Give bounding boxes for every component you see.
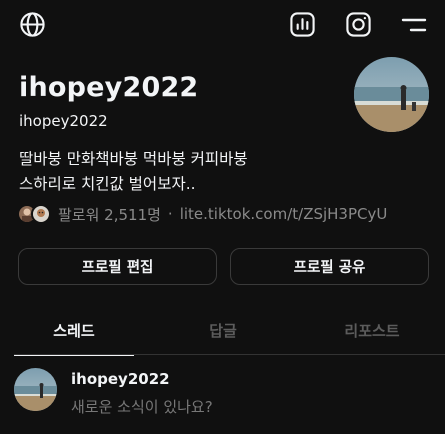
- instagram-icon[interactable]: [345, 11, 372, 38]
- followers-count[interactable]: 팔로워 2,511명: [58, 204, 161, 225]
- active-tab-indicator: [14, 354, 134, 356]
- followers-row: 팔로워 2,511명 · lite.tiktok.com/t/ZSjH3PCyU: [17, 202, 387, 226]
- new-thread-input[interactable]: 새로운 소식이 있나요?: [71, 396, 213, 417]
- menu-icon[interactable]: [401, 14, 427, 36]
- tab-reposts[interactable]: 리포스트: [312, 305, 432, 355]
- share-profile-button[interactable]: 프로필 공유: [230, 248, 429, 285]
- profile-tabs: 스레드 답글 리포스트: [14, 305, 445, 356]
- composer-avatar: [14, 368, 57, 411]
- top-bar: [0, 0, 445, 48]
- tab-label: 리포스트: [344, 321, 400, 340]
- tab-replies[interactable]: 답글: [163, 305, 283, 355]
- profile-handle: ihopey2022: [19, 112, 108, 130]
- tab-threads[interactable]: 스레드: [14, 305, 134, 356]
- profile-bio: 딸바붕 만화책바붕 먹바붕 커피바붕 스하리로 치킨값 벌어보자..: [19, 150, 248, 193]
- follower-avatars: [17, 204, 52, 224]
- profile-display-name: ihopey2022: [19, 72, 199, 103]
- tab-label: 답글: [209, 321, 237, 340]
- follower-avatar: [31, 204, 51, 224]
- profile-link[interactable]: lite.tiktok.com/t/ZSjH3PCyU: [180, 205, 388, 223]
- separator: ·: [167, 205, 173, 223]
- edit-profile-button[interactable]: 프로필 편집: [18, 248, 217, 285]
- profile-avatar[interactable]: [354, 57, 429, 132]
- tab-label: 스레드: [53, 321, 95, 340]
- composer-username: ihopey2022: [71, 370, 170, 388]
- insights-icon[interactable]: [289, 11, 316, 38]
- globe-icon[interactable]: [19, 11, 46, 38]
